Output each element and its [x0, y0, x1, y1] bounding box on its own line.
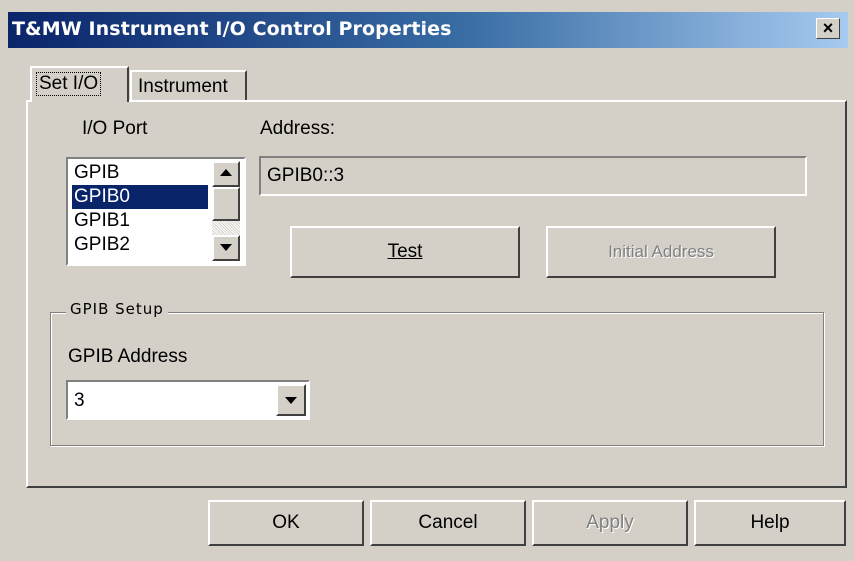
list-item[interactable]: GPIB: [72, 161, 208, 185]
window-title: T&MW Instrument I/O Control Properties: [12, 18, 452, 40]
help-button[interactable]: Help: [694, 500, 846, 546]
initial-address-label: Initial Address: [608, 242, 714, 261]
up-arrow-icon: [220, 169, 232, 176]
dropdown-button[interactable]: [276, 384, 306, 416]
list-item[interactable]: GPIB2: [72, 233, 208, 257]
down-arrow-icon: [220, 244, 232, 251]
scroll-up-button[interactable]: [212, 161, 240, 187]
apply-label: Apply: [586, 512, 634, 533]
gpib-address-value: 3: [74, 390, 85, 411]
properties-dialog: T&MW Instrument I/O Control Properties ×…: [0, 0, 854, 561]
scroll-track[interactable]: [212, 221, 240, 235]
chevron-down-icon: [285, 397, 297, 404]
scroll-thumb[interactable]: [212, 187, 240, 221]
help-label: Help: [750, 512, 790, 533]
cancel-button[interactable]: Cancel: [370, 500, 526, 546]
io-port-label: I/O Port: [82, 118, 148, 139]
address-value: GPIB0::3: [267, 165, 345, 186]
title-bar: T&MW Instrument I/O Control Properties: [8, 12, 848, 48]
test-label: Test: [387, 241, 423, 262]
close-button[interactable]: ×: [816, 18, 840, 39]
ok-button[interactable]: OK: [208, 500, 364, 546]
address-label: Address:: [260, 118, 335, 139]
gpib-setup-group: [50, 312, 824, 446]
io-port-listbox[interactable]: GPIB GPIB0 GPIB1 GPIB2: [66, 157, 246, 266]
cancel-label: Cancel: [418, 512, 478, 533]
test-button-label: Test: [388, 241, 423, 262]
tab-set-io-label: Set I/O: [36, 72, 102, 96]
list-item[interactable]: GPIB1: [72, 209, 208, 233]
gpib-address-label: GPIB Address: [68, 346, 188, 367]
tab-set-io[interactable]: Set I/O: [30, 66, 129, 102]
tab-instrument-label: Instrument: [138, 76, 228, 97]
list-item-selected[interactable]: GPIB0: [72, 185, 208, 209]
tab-instrument[interactable]: Instrument: [130, 70, 247, 100]
close-icon: ×: [822, 18, 834, 38]
apply-button[interactable]: Apply: [532, 500, 688, 546]
ok-label: OK: [272, 512, 300, 533]
gpib-address-select[interactable]: 3: [66, 380, 310, 420]
initial-address-button[interactable]: Initial Address: [546, 226, 776, 278]
scroll-down-button[interactable]: [212, 235, 240, 261]
gpib-setup-caption: GPIB Setup: [66, 300, 168, 318]
address-field: GPIB0::3: [259, 156, 807, 196]
test-button[interactable]: Test: [290, 226, 520, 278]
